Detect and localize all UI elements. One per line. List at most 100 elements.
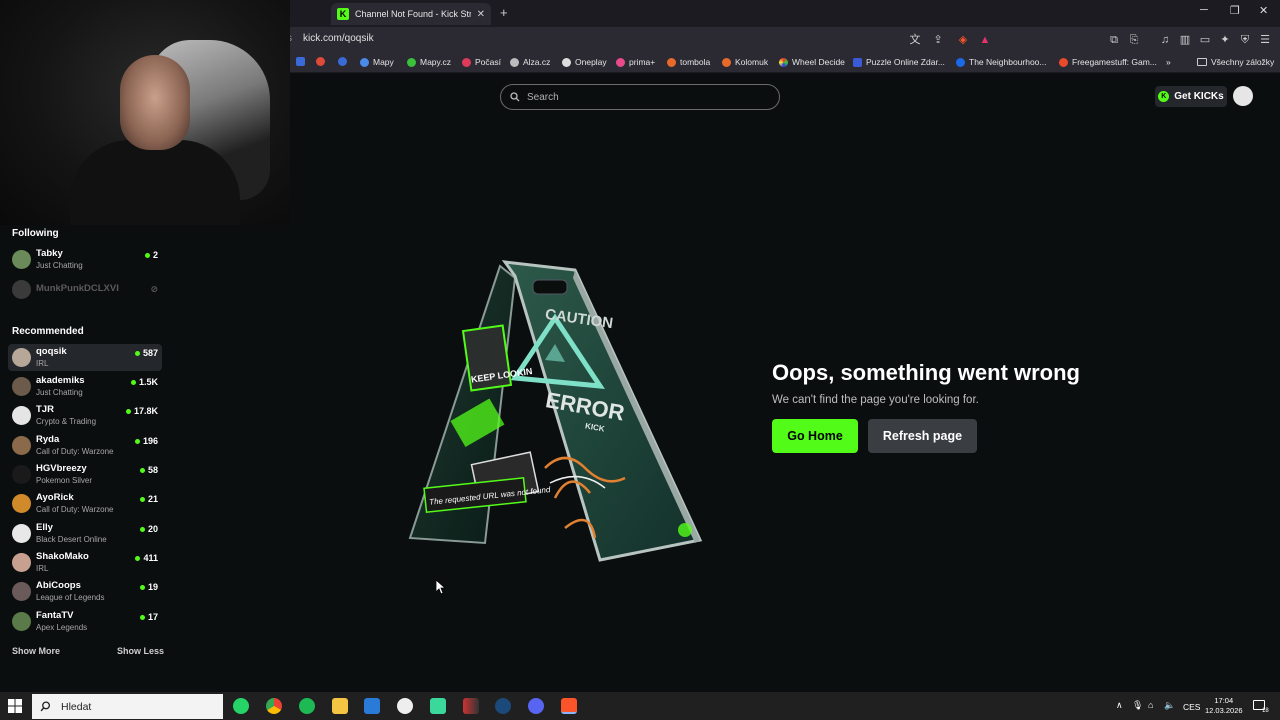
app-icon[interactable] [463, 698, 479, 714]
menu-icon[interactable]: ☰ [1258, 33, 1272, 47]
offline-icon: ⊘ [150, 284, 158, 294]
channel-name: qoqsik [36, 346, 67, 357]
bookmark-kolomuk[interactable]: Kolomuk [722, 57, 768, 67]
streamer-face [120, 55, 190, 150]
refresh-page-button[interactable]: Refresh page [868, 419, 977, 453]
avatar [12, 406, 31, 425]
brave-rewards-icon[interactable]: ▲ [978, 33, 992, 47]
taskbar-search[interactable]: Hledat [32, 694, 223, 719]
wallet-icon[interactable]: ▭ [1198, 33, 1212, 47]
recommended-channel[interactable]: FantaTV Apex Legends 17 [8, 608, 162, 635]
recommended-channel[interactable]: AyoRick Call of Duty: Warzone 21 [8, 490, 162, 517]
bookmark-item[interactable] [296, 57, 305, 66]
search-placeholder: Search [527, 91, 559, 103]
live-dot-icon [139, 496, 145, 502]
show-less-button[interactable]: Show Less [117, 646, 164, 656]
following-channel-munkpunk[interactable]: MunkPunkDCLXVI ⊘ [8, 276, 162, 303]
recommended-channel[interactable]: AbiCoops League of Legends 19 [8, 578, 162, 605]
bookmark-item[interactable] [316, 57, 325, 66]
vpn-icon[interactable]: ⛨ [1238, 33, 1252, 47]
bookmark-tombola[interactable]: tombola [667, 57, 710, 67]
leo-ai-icon[interactable]: ✦ [1218, 33, 1232, 47]
github-icon[interactable] [397, 698, 413, 714]
go-home-button[interactable]: Go Home [772, 419, 858, 453]
viewer-count: 587 [134, 348, 158, 358]
bookmark-oneplay[interactable]: Oneplay [562, 57, 607, 67]
brave-browser-icon[interactable] [561, 698, 577, 714]
clock-time: 17:04 [1214, 696, 1234, 705]
minimize-icon[interactable]: ─ [1200, 4, 1208, 16]
browser-tab-active[interactable]: K Channel Not Found - Kick Stream ✕ [331, 3, 491, 25]
bookmark-mapy-cz[interactable]: Mapy.cz [407, 57, 451, 67]
language-indicator[interactable]: CES [1183, 702, 1200, 712]
recommended-channel[interactable]: qoqsik IRL 587 [8, 344, 162, 371]
translate-icon[interactable]: 文 [908, 33, 922, 47]
whatsapp-icon[interactable] [233, 698, 249, 714]
new-tab-button[interactable]: + [500, 5, 508, 20]
screenshot-icon[interactable]: ⎘ [1127, 33, 1141, 47]
avatar [12, 377, 31, 396]
recommended-channel[interactable]: Ryda Call of Duty: Warzone 196 [8, 432, 162, 459]
close-window-icon[interactable]: ✕ [1259, 4, 1268, 17]
all-bookmarks-folder[interactable]: Všechny záložky [1197, 57, 1274, 67]
clock[interactable]: 17:04 12.03.2026 [1205, 696, 1243, 716]
channel-category: IRL [36, 359, 49, 368]
search-icon [40, 701, 51, 712]
tab-title: Channel Not Found - Kick Stream [355, 9, 471, 19]
user-avatar[interactable] [1233, 86, 1253, 106]
channel-category: Call of Duty: Warzone [36, 447, 114, 456]
live-dot-icon [125, 408, 131, 414]
media-icon[interactable]: ♫ [1158, 33, 1172, 47]
avatar [12, 250, 31, 269]
show-more-button[interactable]: Show More [12, 646, 60, 656]
windows-start-icon[interactable] [8, 699, 22, 713]
avatar [12, 348, 31, 367]
avatar [12, 280, 31, 299]
network-icon[interactable]: ⌂ [1148, 700, 1153, 710]
channel-category: Pokemon Silver [36, 476, 93, 485]
bookmark-mapy[interactable]: Mapy [360, 57, 394, 67]
viewer-count: 58 [139, 465, 158, 475]
close-tab-icon[interactable]: ✕ [477, 9, 485, 20]
mouse-cursor-icon [436, 580, 446, 595]
channel-category: Black Desert Online [36, 535, 107, 544]
bookmark-neighbourhood[interactable]: The Neighbourhoo... [956, 57, 1047, 67]
bookmarks-overflow-icon[interactable]: » [1166, 57, 1171, 67]
channel-name: Ryda [36, 434, 60, 445]
steam-icon[interactable] [495, 698, 511, 714]
recommended-channel[interactable]: akademiks Just Chatting 1.5K [8, 373, 162, 400]
extensions-icon[interactable]: ⧉ [1107, 33, 1121, 47]
sidebar-icon[interactable]: ▥ [1178, 33, 1192, 47]
bookmark-wheel-decide[interactable]: Wheel Decide [779, 57, 845, 67]
app-icon[interactable] [430, 698, 446, 714]
channel-category: Crypto & Trading [36, 417, 97, 426]
recommended-channel[interactable]: HGVbreezy Pokemon Silver 58 [8, 461, 162, 488]
recommended-channel[interactable]: ShakoMako IRL 411 [8, 549, 162, 576]
kicks-coin-icon: K [1158, 91, 1170, 102]
tray-chevron-icon[interactable]: ∧ [1116, 700, 1123, 711]
bookmark-freegamestuff[interactable]: Freegamestuff: Gam... [1059, 57, 1157, 67]
channel-name: Tabky [36, 248, 63, 259]
brave-shields-icon[interactable]: ◈ [956, 33, 970, 47]
recommended-channel[interactable]: Elly Black Desert Online 20 [8, 520, 162, 547]
discord-icon[interactable] [528, 698, 544, 714]
app-icon[interactable] [364, 698, 380, 714]
url-field[interactable]: kick.com/qoqsik [303, 33, 374, 44]
channel-category: Just Chatting [36, 388, 83, 397]
microphone-icon[interactable]: 🎙 [1132, 700, 1143, 711]
search-input[interactable]: Search [500, 84, 780, 110]
volume-icon[interactable]: 🔈 [1164, 700, 1175, 711]
bookmark-pocasi[interactable]: Počasí [462, 57, 501, 67]
get-kicks-button[interactable]: K Get KICKs [1155, 86, 1227, 107]
bookmark-puzzle[interactable]: Puzzle Online Zdar... [853, 57, 945, 67]
share-icon[interactable]: ⇪ [931, 33, 945, 47]
bookmark-prima[interactable]: prima+ [616, 57, 655, 67]
following-channel-tabky[interactable]: Tabky Just Chatting 2 [8, 246, 162, 273]
file-explorer-icon[interactable] [332, 698, 348, 714]
restore-icon[interactable]: ❐ [1230, 4, 1240, 17]
spotify-icon[interactable] [299, 698, 315, 714]
chrome-icon[interactable] [266, 698, 282, 714]
bookmark-item[interactable] [338, 57, 347, 66]
bookmark-alza[interactable]: Alza.cz [510, 57, 550, 67]
recommended-channel[interactable]: TJR Crypto & Trading 17.8K [8, 402, 162, 429]
